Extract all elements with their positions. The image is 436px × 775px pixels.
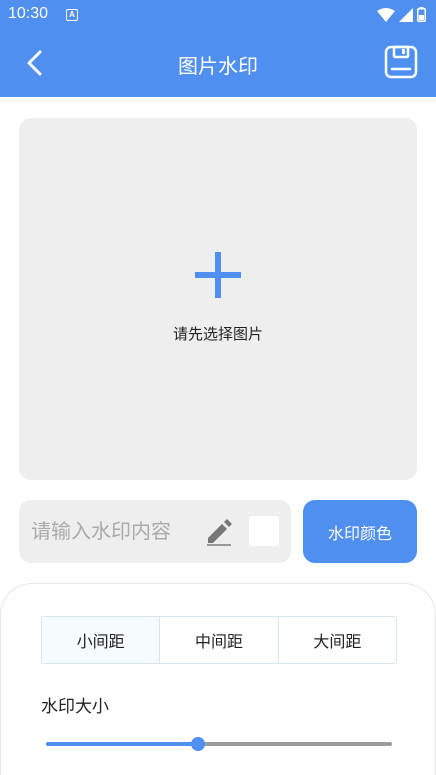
plus-icon xyxy=(195,252,241,298)
slider-thumb[interactable] xyxy=(191,737,206,751)
save-button[interactable] xyxy=(384,45,418,79)
status-bar: 10:30 A xyxy=(0,0,436,30)
app-bar: 图片水印 xyxy=(0,30,436,97)
settings-panel: 小间距 中间距 大间距 水印大小 xyxy=(0,583,436,775)
picker-hint: 请先选择图片 xyxy=(172,325,263,343)
status-time: 10:30 xyxy=(8,5,49,22)
size-slider[interactable] xyxy=(46,734,392,754)
size-label: 水印大小 xyxy=(41,697,109,717)
image-picker[interactable]: 请先选择图片 xyxy=(19,118,417,480)
spacing-large-option[interactable]: 大间距 xyxy=(277,617,396,663)
notification-icon: A xyxy=(66,9,78,21)
signal-icon xyxy=(399,7,413,22)
watermark-input[interactable] xyxy=(31,514,201,548)
spacing-medium-option[interactable]: 中间距 xyxy=(159,617,277,663)
watermark-color-button[interactable]: 水印颜色 xyxy=(303,500,417,563)
watermark-input-container xyxy=(19,500,291,563)
spacing-selector: 小间距 中间距 大间距 xyxy=(41,616,397,664)
status-icons xyxy=(377,7,426,22)
save-icon xyxy=(384,45,418,79)
page-title: 图片水印 xyxy=(178,54,258,78)
slider-fill xyxy=(46,742,199,746)
color-swatch[interactable] xyxy=(249,516,279,546)
edit-icon[interactable] xyxy=(205,518,233,546)
wifi-icon xyxy=(377,7,395,22)
battery-icon xyxy=(417,7,426,22)
spacing-small-option[interactable]: 小间距 xyxy=(42,617,160,663)
